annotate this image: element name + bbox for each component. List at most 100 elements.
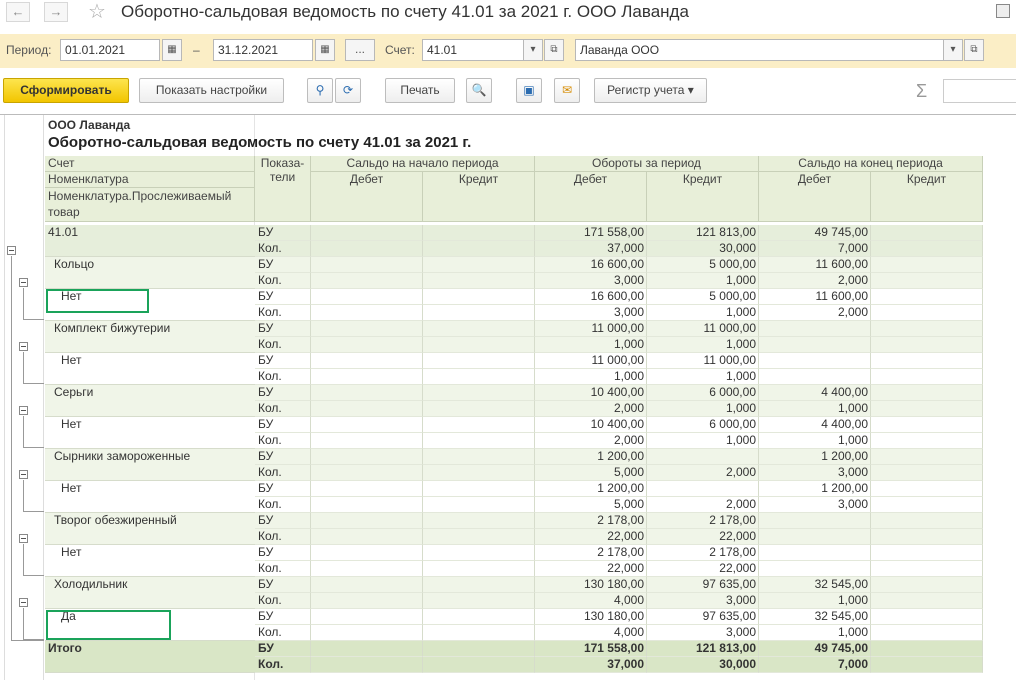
indicator-cell[interactable]: Кол.: [258, 273, 311, 289]
value-cell[interactable]: 1,000: [535, 337, 647, 353]
value-cell[interactable]: [311, 449, 423, 465]
value-cell[interactable]: [871, 273, 983, 289]
indicator-cell[interactable]: БУ: [258, 641, 311, 657]
value-cell[interactable]: 121 813,00: [647, 641, 759, 657]
value-cell[interactable]: [423, 225, 535, 241]
table-row[interactable]: 41.01 БУ 171 558,00 121 813,00 49 745,00: [45, 225, 983, 241]
value-cell[interactable]: [311, 577, 423, 593]
value-cell[interactable]: 1,000: [647, 337, 759, 353]
date-to-calendar-button[interactable]: ▦: [315, 39, 335, 61]
value-cell[interactable]: 1 200,00: [535, 449, 647, 465]
value-cell[interactable]: 3,000: [535, 273, 647, 289]
date-to-input[interactable]: 31.12.2021: [213, 39, 313, 61]
value-cell[interactable]: [311, 497, 423, 513]
indicator-cell[interactable]: Кол.: [258, 625, 311, 641]
value-cell[interactable]: [423, 577, 535, 593]
value-cell[interactable]: 4,000: [535, 625, 647, 641]
value-cell[interactable]: [311, 561, 423, 577]
table-row[interactable]: Кол. 4,000 3,000 1,000: [45, 625, 983, 641]
value-cell[interactable]: [871, 449, 983, 465]
table-row[interactable]: Нет БУ 11 000,00 11 000,00: [45, 353, 983, 369]
table-row[interactable]: Кол. 2,000 1,000 1,000: [45, 433, 983, 449]
value-cell[interactable]: [871, 593, 983, 609]
value-cell[interactable]: 1,000: [759, 401, 871, 417]
value-cell[interactable]: [311, 401, 423, 417]
indicator-cell[interactable]: БУ: [258, 417, 311, 433]
table-row[interactable]: Комплект бижутерии БУ 11 000,00 11 000,00: [45, 321, 983, 337]
account-open-button[interactable]: ⧉: [544, 39, 564, 61]
value-cell[interactable]: 30,000: [647, 241, 759, 257]
value-cell[interactable]: [871, 545, 983, 561]
value-cell[interactable]: 4 400,00: [759, 385, 871, 401]
value-cell[interactable]: [311, 273, 423, 289]
value-cell[interactable]: 1,000: [759, 433, 871, 449]
value-cell[interactable]: [647, 481, 759, 497]
value-cell[interactable]: [871, 385, 983, 401]
indicator-cell[interactable]: Кол.: [258, 241, 311, 257]
value-cell[interactable]: [423, 257, 535, 273]
value-cell[interactable]: 1,000: [647, 369, 759, 385]
table-row[interactable]: Сырники замороженные БУ 1 200,00 1 200,00: [45, 449, 983, 465]
indicator-cell[interactable]: БУ: [258, 449, 311, 465]
table-row[interactable]: Нет БУ 2 178,00 2 178,00: [45, 545, 983, 561]
value-cell[interactable]: 6 000,00: [647, 385, 759, 401]
table-row[interactable]: Кол. 22,000 22,000: [45, 529, 983, 545]
value-cell[interactable]: [871, 577, 983, 593]
value-cell[interactable]: [871, 561, 983, 577]
value-cell[interactable]: 37,000: [535, 657, 647, 673]
value-cell[interactable]: [871, 481, 983, 497]
value-cell[interactable]: 6 000,00: [647, 417, 759, 433]
value-cell[interactable]: 10 400,00: [535, 385, 647, 401]
value-cell[interactable]: 121 813,00: [647, 225, 759, 241]
value-cell[interactable]: [871, 289, 983, 305]
table-row[interactable]: Кол. 37,000 30,000 7,000: [45, 241, 983, 257]
organization-dropdown-button[interactable]: ▾: [943, 39, 963, 61]
collapse-group-icon[interactable]: [7, 246, 16, 255]
value-cell[interactable]: 3,000: [759, 497, 871, 513]
value-cell[interactable]: [871, 305, 983, 321]
value-cell[interactable]: [311, 529, 423, 545]
value-cell[interactable]: [871, 225, 983, 241]
value-cell[interactable]: 1,000: [647, 305, 759, 321]
value-cell[interactable]: 97 635,00: [647, 609, 759, 625]
collapse-group-icon[interactable]: [19, 342, 28, 351]
value-cell[interactable]: 11 000,00: [535, 353, 647, 369]
account-dropdown-button[interactable]: ▾: [523, 39, 543, 61]
value-cell[interactable]: [311, 321, 423, 337]
value-cell[interactable]: [871, 417, 983, 433]
value-cell[interactable]: [311, 609, 423, 625]
back-button[interactable]: ←: [6, 2, 30, 22]
indicator-cell[interactable]: БУ: [258, 289, 311, 305]
collapse-group-icon[interactable]: [19, 470, 28, 479]
indicator-cell[interactable]: БУ: [258, 353, 311, 369]
value-cell[interactable]: 1,000: [647, 433, 759, 449]
indicator-cell[interactable]: Кол.: [258, 337, 311, 353]
indicator-cell[interactable]: БУ: [258, 385, 311, 401]
value-cell[interactable]: 22,000: [647, 561, 759, 577]
indicator-cell[interactable]: БУ: [258, 609, 311, 625]
save-to-file-icon[interactable]: [996, 4, 1010, 18]
value-cell[interactable]: [423, 513, 535, 529]
value-cell[interactable]: [871, 513, 983, 529]
value-cell[interactable]: [423, 305, 535, 321]
collapse-group-icon[interactable]: [19, 278, 28, 287]
value-cell[interactable]: [871, 529, 983, 545]
value-cell[interactable]: [423, 449, 535, 465]
indicator-cell[interactable]: Кол.: [258, 433, 311, 449]
value-cell[interactable]: 97 635,00: [647, 577, 759, 593]
table-row[interactable]: Кол. 37,000 30,000 7,000: [45, 657, 983, 673]
value-cell[interactable]: 3,000: [647, 625, 759, 641]
indicator-cell[interactable]: БУ: [258, 225, 311, 241]
value-cell[interactable]: [759, 513, 871, 529]
value-cell[interactable]: [423, 289, 535, 305]
value-cell[interactable]: [423, 465, 535, 481]
value-cell[interactable]: [311, 241, 423, 257]
value-cell[interactable]: [647, 449, 759, 465]
value-cell[interactable]: [871, 401, 983, 417]
value-cell[interactable]: 16 600,00: [535, 289, 647, 305]
value-cell[interactable]: 32 545,00: [759, 577, 871, 593]
value-cell[interactable]: 2 178,00: [535, 513, 647, 529]
value-cell[interactable]: [759, 321, 871, 337]
value-cell[interactable]: [311, 305, 423, 321]
indicator-cell[interactable]: БУ: [258, 545, 311, 561]
